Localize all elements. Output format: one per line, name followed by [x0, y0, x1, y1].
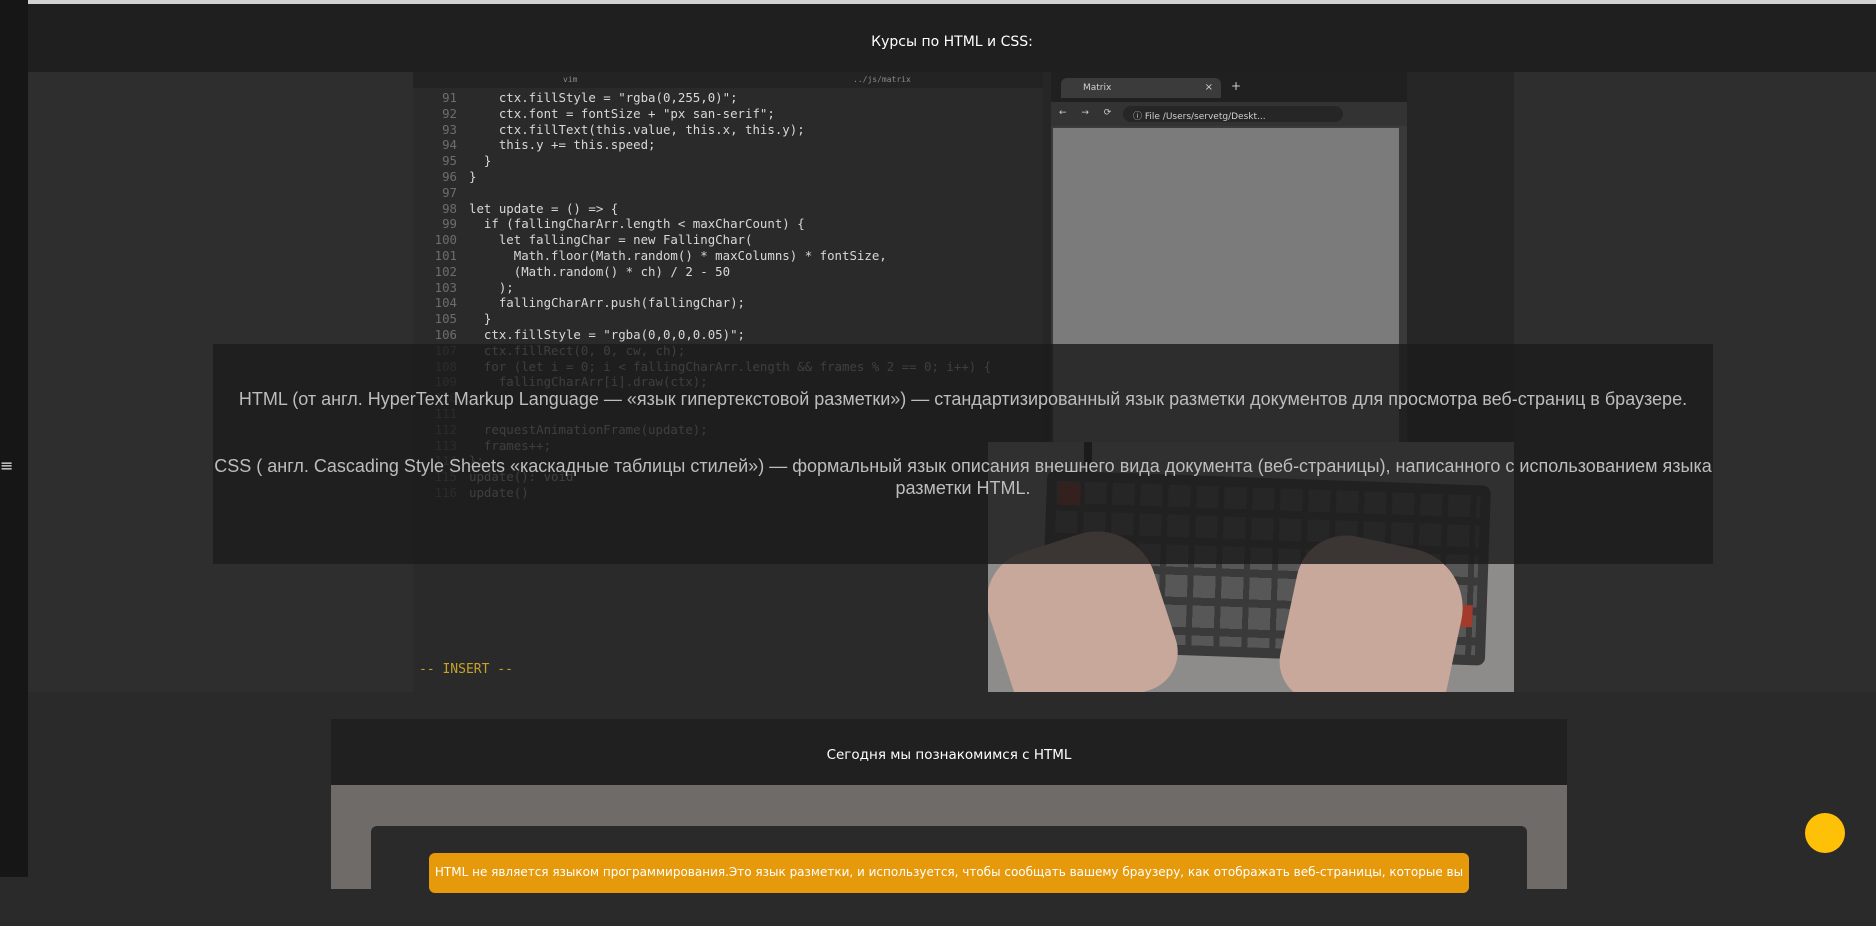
- line-number: 95: [442, 153, 457, 169]
- left-sidebar-rail: [0, 0, 28, 877]
- definition-overlay: HTML (от англ. HyperText Markup Language…: [213, 344, 1713, 564]
- editor-tab: ../js/matrix: [853, 75, 911, 84]
- code-line: 100 let fallingChar = new FallingChar(: [419, 232, 991, 248]
- close-icon: ×: [1204, 82, 1213, 93]
- line-number: 93: [442, 121, 457, 137]
- line-number: 92: [442, 105, 457, 121]
- code-text: ctx.fillText(this.value, this.x, this.y)…: [469, 121, 805, 137]
- code-text: }: [469, 168, 477, 184]
- line-number: 97: [442, 184, 457, 200]
- code-text: let fallingChar = new FallingChar(: [469, 232, 753, 248]
- code-line: 99 if (fallingCharArr.length < maxCharCo…: [419, 216, 991, 232]
- line-number: 96: [442, 168, 457, 184]
- code-line: 97: [419, 185, 991, 201]
- browser-tab-strip: Matrix × +: [1051, 72, 1407, 102]
- chat-bubble-icon[interactable]: [1805, 813, 1845, 853]
- browser-address-bar: ← → ⟳ ⓘ File /Users/servetg/Deskt...: [1051, 102, 1407, 126]
- editor-mode-indicator: -- INSERT --: [419, 662, 513, 677]
- new-tab-icon: +: [1231, 79, 1242, 93]
- hero-section: vim ../js/matrix 91 ctx.fillStyle = "rgb…: [28, 72, 1876, 692]
- line-number: 91: [442, 90, 457, 105]
- line-number: 106: [434, 326, 457, 342]
- editor-tab: vim: [563, 75, 578, 84]
- line-number: 101: [434, 247, 457, 263]
- line-number: 100: [434, 232, 457, 248]
- browser-url-field: ⓘ File /Users/servetg/Deskt...: [1123, 106, 1343, 122]
- code-text: if (fallingCharArr.length < maxCharCount…: [469, 216, 805, 232]
- code-line: 95 }: [419, 153, 991, 169]
- lesson-title: Сегодня мы познакомимся с HTML: [826, 747, 1072, 763]
- editor-tab-bar: vim ../js/matrix: [413, 72, 1043, 88]
- lesson-body: HTML не является языком программирования…: [331, 785, 1567, 926]
- code-line: 102 (Math.random() * ch) / 2 - 50: [419, 264, 991, 280]
- line-number: 102: [434, 263, 457, 279]
- line-number: 98: [442, 200, 457, 216]
- code-text: ctx.fillStyle = "rgba(0,255,0)";: [469, 90, 738, 105]
- code-text: Math.floor(Math.random() * maxColumns) *…: [469, 247, 887, 263]
- line-number: 105: [434, 311, 457, 327]
- html-definition: HTML (от англ. HyperText Markup Language…: [238, 389, 1688, 409]
- page-title: Курсы по HTML и CSS:: [871, 34, 1033, 50]
- code-text: let update = () => {: [469, 200, 619, 216]
- code-line: 92 ctx.font = fontSize + "px san-serif";: [419, 106, 991, 122]
- css-definition: CSS ( англ. Cascading Style Sheets «каск…: [214, 456, 1712, 498]
- line-number: 94: [442, 137, 457, 153]
- code-text: }: [469, 311, 492, 327]
- page-header: Курсы по HTML и CSS:: [28, 4, 1876, 72]
- lesson-section: Сегодня мы познакомимся с HTML HTML не я…: [331, 719, 1567, 926]
- code-line: 98 let update = () => {: [419, 201, 991, 217]
- code-text: }: [469, 153, 492, 169]
- browser-nav-icons: ← → ⟳: [1059, 108, 1118, 118]
- code-line: 96}: [419, 169, 991, 185]
- line-number: 103: [434, 279, 457, 295]
- code-text: );: [469, 279, 514, 295]
- code-text: ctx.font = fontSize + "px san-serif";: [469, 105, 775, 121]
- lesson-header: Сегодня мы познакомимся с HTML: [331, 719, 1567, 785]
- code-line: 103 );: [419, 280, 991, 296]
- code-line: 94 this.y += this.speed;: [419, 137, 991, 153]
- notice-banner: HTML не является языком программирования…: [429, 853, 1469, 893]
- browser-tab-title: Matrix: [1083, 83, 1112, 93]
- code-text: fallingCharArr.push(fallingChar);: [469, 295, 746, 311]
- code-text: ctx.fillStyle = "rgba(0,0,0,0.05)";: [469, 326, 746, 342]
- code-line: 105 }: [419, 311, 991, 327]
- line-number: 104: [434, 295, 457, 311]
- browser-tab: Matrix ×: [1061, 78, 1221, 98]
- code-line: 104 fallingCharArr.push(fallingChar);: [419, 295, 991, 311]
- browser-url: ⓘ File /Users/servetg/Deskt...: [1133, 112, 1266, 122]
- code-line: 91 ctx.fillStyle = "rgba(0,255,0)";: [419, 90, 991, 106]
- lesson-card: HTML не является языком программирования…: [371, 826, 1527, 926]
- line-number: 99: [442, 216, 457, 232]
- code-text: (Math.random() * ch) / 2 - 50: [469, 263, 731, 279]
- hamburger-menu-icon[interactable]: ≡: [0, 458, 13, 474]
- code-line: 93 ctx.fillText(this.value, this.x, this…: [419, 122, 991, 138]
- code-text: this.y += this.speed;: [469, 137, 656, 153]
- code-line: 101 Math.floor(Math.random() * maxColumn…: [419, 248, 991, 264]
- code-line: 106 ctx.fillStyle = "rgba(0,0,0,0.05)";: [419, 327, 991, 343]
